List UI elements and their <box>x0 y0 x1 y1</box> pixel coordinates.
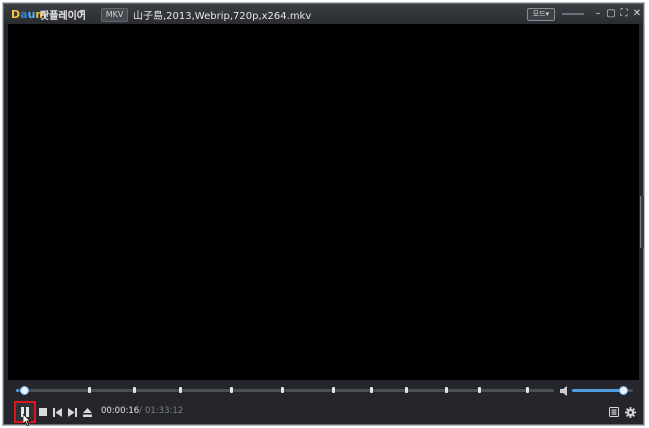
volume-slider[interactable] <box>572 386 633 395</box>
skip-forward-icon <box>67 407 77 417</box>
chapter-marker[interactable] <box>179 387 183 393</box>
seek-bar[interactable] <box>16 386 554 395</box>
minimize-button[interactable]: – <box>592 7 604 20</box>
stop-button[interactable] <box>37 402 49 422</box>
chapter-marker[interactable] <box>133 387 137 393</box>
playlist-panel-handle[interactable] <box>640 196 644 248</box>
eject-icon <box>82 407 92 417</box>
seek-bar-fill <box>16 389 19 392</box>
open-file-button[interactable] <box>81 402 93 422</box>
player-window: Daum 팟플레이어 ▾ MKV 山子島,2013,Webrip,720p,x2… <box>3 3 644 425</box>
video-area[interactable] <box>8 24 639 380</box>
chapter-marker[interactable] <box>445 387 449 393</box>
chapter-marker[interactable] <box>405 387 409 393</box>
fullscreen-button[interactable]: ⛶ <box>618 7 630 20</box>
time-separator: / <box>139 406 142 416</box>
gear-icon <box>624 406 636 418</box>
maximize-button[interactable]: ▢ <box>605 7 617 20</box>
previous-button[interactable] <box>51 402 63 422</box>
chapter-marker[interactable] <box>87 387 91 393</box>
format-badge: MKV <box>101 8 128 22</box>
volume-fill <box>572 389 624 392</box>
current-time: 00:00:16 <box>101 406 140 416</box>
stop-icon <box>39 408 47 416</box>
chapter-marker[interactable] <box>332 387 336 393</box>
mouse-cursor-icon <box>23 414 31 426</box>
file-title: 山子島,2013,Webrip,720p,x264.mkv <box>133 11 312 22</box>
opacity-slider[interactable] <box>562 13 584 15</box>
settings-button[interactable] <box>623 402 637 422</box>
chapter-marker[interactable] <box>370 387 374 393</box>
chapter-marker[interactable] <box>281 387 285 393</box>
volume-thumb[interactable] <box>618 386 628 395</box>
app-menu-arrow-icon[interactable]: ▾ <box>80 7 84 16</box>
chapter-marker[interactable] <box>230 387 234 393</box>
title-bar[interactable]: Daum 팟플레이어 ▾ MKV 山子島,2013,Webrip,720p,x2… <box>4 4 643 24</box>
speaker-icon[interactable] <box>559 385 571 397</box>
close-button[interactable]: ✕ <box>631 7 643 20</box>
chapter-marker[interactable] <box>477 387 481 393</box>
seek-thumb[interactable] <box>19 386 29 395</box>
skip-back-icon <box>52 407 62 417</box>
next-button[interactable] <box>66 402 78 422</box>
chapter-marker[interactable] <box>526 387 530 393</box>
playlist-button[interactable] <box>607 402 621 422</box>
total-time: 01:33:12 <box>145 406 184 416</box>
mode-button[interactable]: 모드▾ <box>527 8 555 21</box>
playlist-icon <box>609 407 619 417</box>
